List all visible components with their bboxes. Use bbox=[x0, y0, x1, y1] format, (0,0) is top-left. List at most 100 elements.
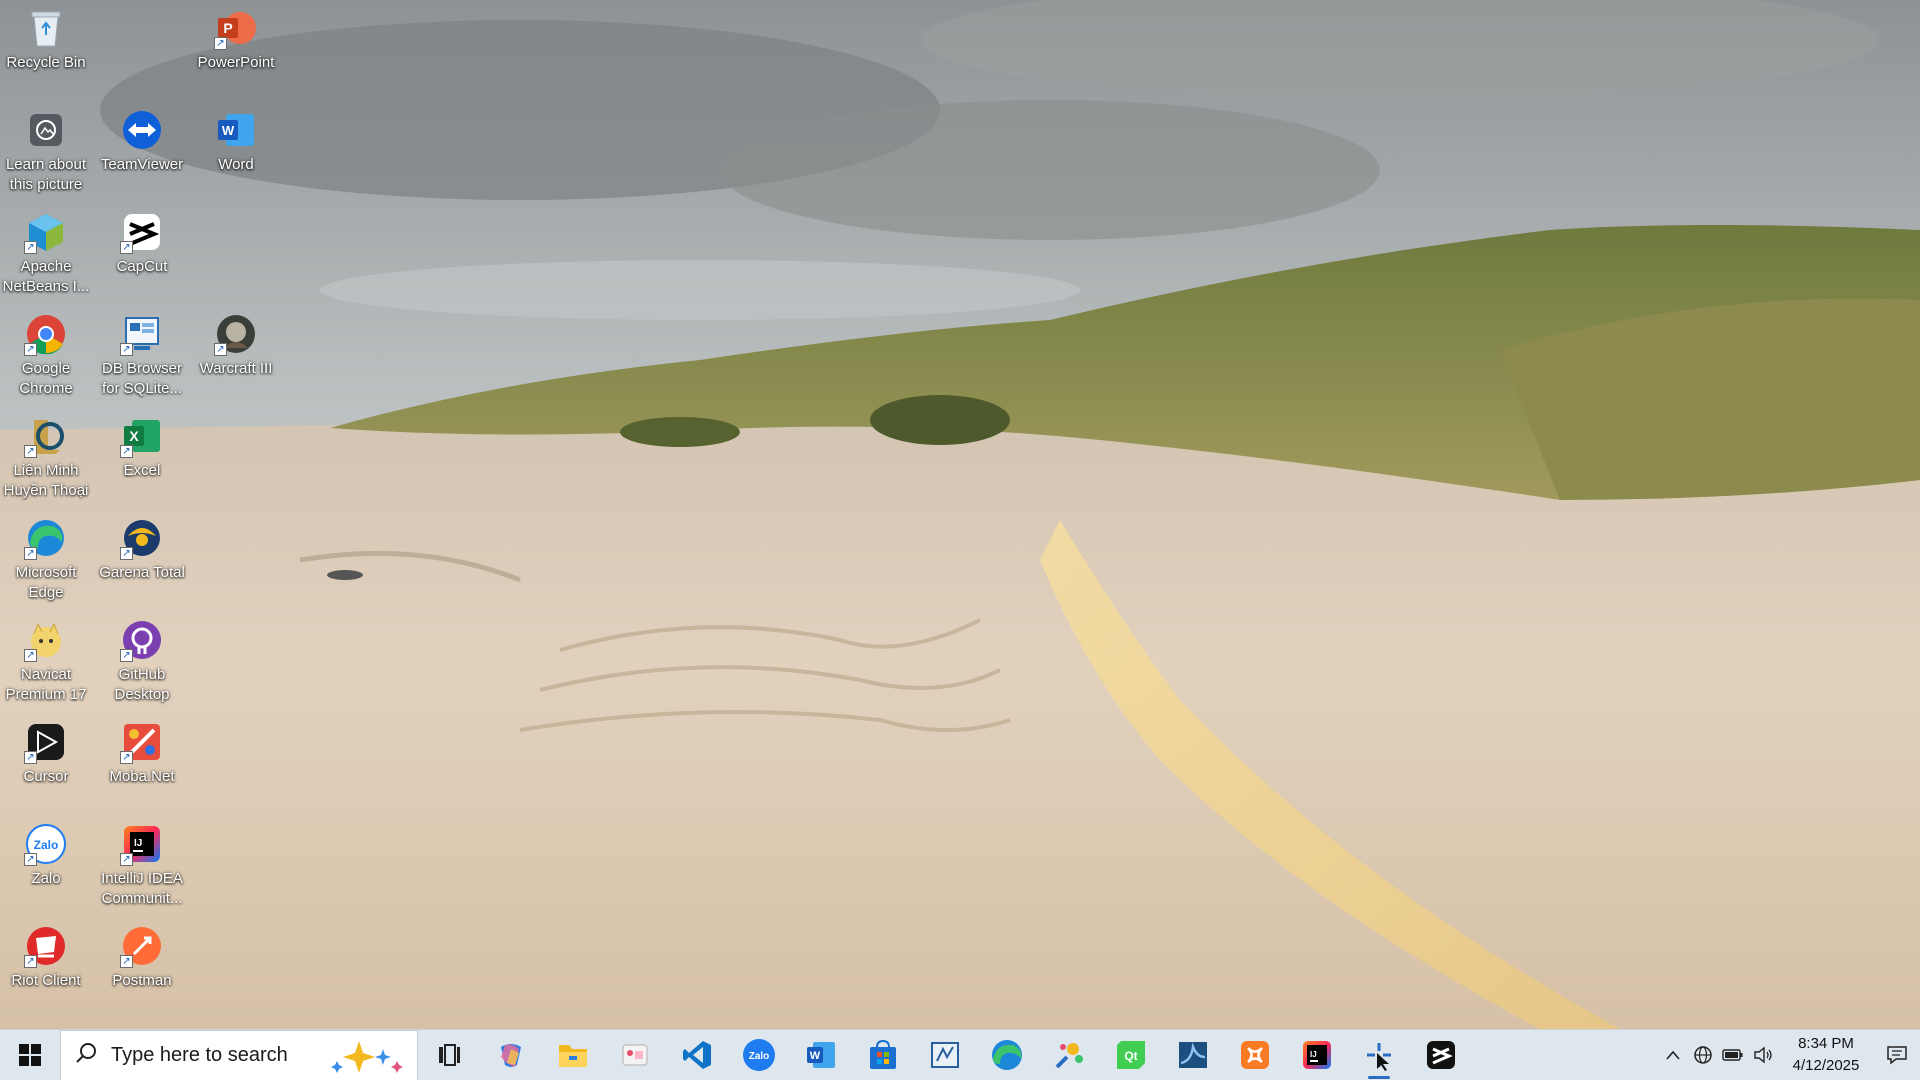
desktop-icon-label: DB Browser for SQLite... bbox=[101, 360, 183, 397]
desktop-icon-riot[interactable]: ↗ Riot Client bbox=[0, 918, 92, 1016]
taskbar-task-view[interactable] bbox=[418, 1030, 480, 1080]
store-icon bbox=[870, 1039, 896, 1069]
search-highlight-icon bbox=[329, 1039, 405, 1078]
svg-text:W: W bbox=[810, 1050, 821, 1062]
desktop-icon-recycle-bin[interactable]: Recycle Bin bbox=[0, 0, 92, 98]
chrome-icon: ↗ bbox=[24, 312, 68, 356]
svg-text:Qt: Qt bbox=[1124, 1049, 1137, 1063]
copilot-icon bbox=[501, 1044, 521, 1067]
desktop-icon-label: Microsoft Edge bbox=[15, 564, 77, 601]
desktop-icon-label: Learn about this picture bbox=[5, 156, 87, 193]
taskbar-xampp[interactable] bbox=[1224, 1030, 1286, 1080]
taskbar-clock[interactable]: 8:34 PM 4/12/2025 bbox=[1778, 1033, 1874, 1077]
desktop-icon-label: Garena Total bbox=[99, 564, 185, 581]
desktop-icon-zalo[interactable]: Zalo ↗ Zalo bbox=[0, 816, 92, 914]
clock-time: 8:34 PM bbox=[1798, 1035, 1854, 1052]
taskbar-copilot[interactable] bbox=[480, 1030, 542, 1080]
svg-text:P: P bbox=[223, 20, 232, 36]
desktop-icon-warcraft[interactable]: ↗ Warcraft III bbox=[190, 306, 282, 404]
edge-icon bbox=[992, 1040, 1022, 1070]
desktop-icon-excel[interactable]: X ↗ Excel bbox=[96, 408, 188, 506]
taskbar-qt[interactable]: Qt bbox=[1100, 1030, 1162, 1080]
folder-icon bbox=[559, 1045, 587, 1067]
search-input[interactable]: Type here to search bbox=[60, 1029, 418, 1080]
taskbar-wireshark[interactable] bbox=[1162, 1030, 1224, 1080]
desktop-icon-label: Excel bbox=[123, 462, 161, 479]
network-button[interactable] bbox=[1688, 1030, 1718, 1080]
desktop-icon-chrome[interactable]: ↗ Google Chrome bbox=[0, 306, 92, 404]
desktop-icon-label: Liên Minh Huyền Thoại bbox=[3, 462, 89, 499]
show-hidden-icons-button[interactable] bbox=[1658, 1030, 1688, 1080]
desktop-icon-word[interactable]: W Word bbox=[190, 102, 282, 200]
paint-icon bbox=[1055, 1043, 1083, 1069]
desktop-icon-league[interactable]: ↗ Liên Minh Huyền Thoại bbox=[0, 408, 92, 506]
github-desktop-icon: ↗ bbox=[120, 618, 164, 662]
notification-center-button[interactable] bbox=[1874, 1030, 1920, 1080]
desktop-icon-netbeans[interactable]: ↗ Apache NetBeans I... bbox=[0, 204, 92, 302]
snipping-icon bbox=[622, 1044, 648, 1066]
battery-button[interactable] bbox=[1718, 1030, 1748, 1080]
desktop-icon-navicat[interactable]: ↗ Navicat Premium 17 bbox=[0, 612, 92, 710]
desktop-icon-intellij[interactable]: IJ ↗ IntelliJ IDEA Communit... bbox=[96, 816, 188, 914]
start-button[interactable] bbox=[0, 1030, 60, 1080]
desktop-icon-capcut[interactable]: ↗ CapCut bbox=[96, 204, 188, 302]
vscode-icon bbox=[683, 1041, 711, 1069]
word-icon: W bbox=[214, 108, 258, 152]
volume-button[interactable] bbox=[1748, 1030, 1778, 1080]
zalo-icon: Zalo ↗ bbox=[24, 822, 68, 866]
desktop-icon-edge[interactable]: ↗ Microsoft Edge bbox=[0, 510, 92, 608]
desktop-icon-cursor[interactable]: ↗ Cursor bbox=[0, 714, 92, 812]
learn-picture-icon bbox=[24, 108, 68, 152]
chevron-up-icon bbox=[1666, 1050, 1680, 1060]
taskbar-snipping[interactable] bbox=[604, 1030, 666, 1080]
riot-client-icon: ↗ bbox=[24, 924, 68, 968]
desktop-wallpaper bbox=[0, 0, 1920, 1029]
mobanet-icon: ↗ bbox=[120, 720, 164, 764]
desktop-icon-learn-picture[interactable]: Learn about this picture bbox=[0, 102, 92, 200]
edge-icon: ↗ bbox=[24, 516, 68, 560]
desktop-icon-label: Recycle Bin bbox=[6, 54, 86, 71]
taskbar-store[interactable] bbox=[852, 1030, 914, 1080]
taskbar-paint[interactable] bbox=[1038, 1030, 1100, 1080]
recorder-icon bbox=[1367, 1043, 1391, 1071]
taskbar-file-explorer[interactable] bbox=[542, 1030, 604, 1080]
desktop-icon-garena[interactable]: ↗ Garena Total bbox=[96, 510, 188, 608]
taskbar-recorder[interactable] bbox=[1348, 1030, 1410, 1080]
taskbar-vscode[interactable] bbox=[666, 1030, 728, 1080]
notification-icon bbox=[1887, 1046, 1907, 1065]
taskbar-intellij[interactable]: IJ bbox=[1286, 1030, 1348, 1080]
taskbar-capcut[interactable] bbox=[1410, 1030, 1472, 1080]
desktop-icon-mobanet[interactable]: ↗ Moba.Net bbox=[96, 714, 188, 812]
teamviewer-icon bbox=[120, 108, 164, 152]
taskbar-edge[interactable] bbox=[976, 1030, 1038, 1080]
wireshark-icon bbox=[1179, 1042, 1207, 1068]
desktop-icon-db-browser[interactable]: ↗ DB Browser for SQLite... bbox=[96, 306, 188, 404]
desktop-icon-label: Google Chrome bbox=[19, 360, 73, 397]
league-icon: ↗ bbox=[24, 414, 68, 458]
excel-icon: X ↗ bbox=[120, 414, 164, 458]
svg-text:W: W bbox=[222, 123, 235, 138]
desktop-icon-teamviewer[interactable]: TeamViewer bbox=[96, 102, 188, 200]
taskbar-sql-tool[interactable] bbox=[914, 1030, 976, 1080]
desktop-icon-label: Moba.Net bbox=[109, 768, 175, 785]
svg-text:IJ: IJ bbox=[1310, 1050, 1317, 1059]
desktop-icon-powerpoint[interactable]: P ↗ PowerPoint bbox=[190, 0, 282, 98]
capcut-icon: ↗ bbox=[120, 210, 164, 254]
desktop-icon-label: Warcraft III bbox=[199, 360, 273, 377]
desktop-icon-label: Zalo bbox=[31, 870, 61, 887]
taskbar: Type here to search Zalo W Qt IJ 8:34 PM… bbox=[0, 1029, 1920, 1080]
netbeans-icon: ↗ bbox=[24, 210, 68, 254]
svg-text:X: X bbox=[129, 428, 139, 444]
qt-icon: Qt bbox=[1117, 1041, 1145, 1069]
desktop-icon-github-desktop[interactable]: ↗ GitHub Desktop bbox=[96, 612, 188, 710]
task-view-icon bbox=[439, 1044, 460, 1066]
desktop-icon-label: PowerPoint bbox=[197, 54, 275, 71]
taskbar-word[interactable]: W bbox=[790, 1030, 852, 1080]
garena-icon: ↗ bbox=[120, 516, 164, 560]
globe-icon bbox=[1694, 1046, 1712, 1064]
system-tray: 8:34 PM 4/12/2025 bbox=[1658, 1030, 1920, 1080]
postman-icon: ↗ bbox=[120, 924, 164, 968]
taskbar-zalo[interactable]: Zalo bbox=[728, 1030, 790, 1080]
svg-text:IJ: IJ bbox=[134, 838, 142, 849]
desktop-icon-postman[interactable]: ↗ Postman bbox=[96, 918, 188, 1016]
